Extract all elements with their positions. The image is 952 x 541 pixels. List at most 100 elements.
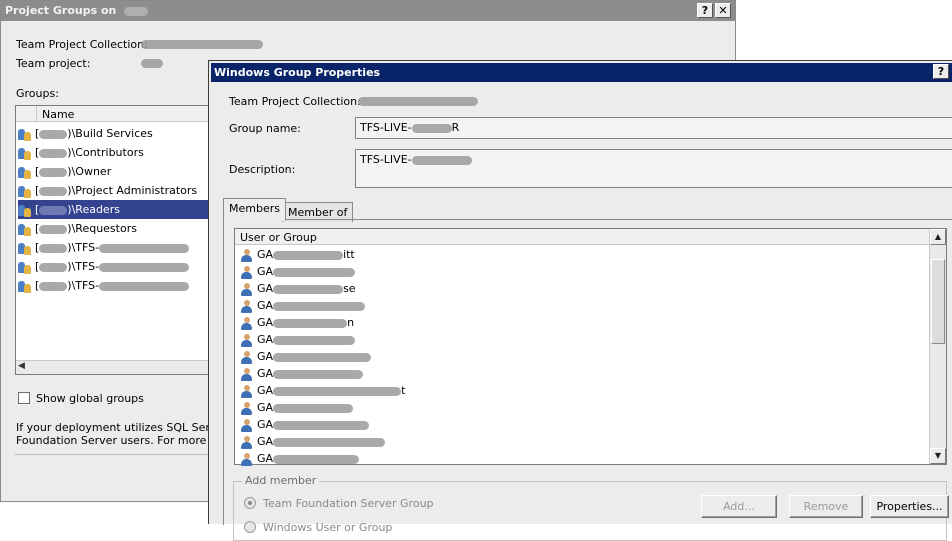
member-name-prefix: GA: [257, 401, 274, 414]
add-button[interactable]: Add...: [701, 495, 777, 518]
user-icon: [241, 452, 252, 466]
groups-horizontal-scrollbar[interactable]: ◀: [16, 360, 214, 374]
groups-label: Groups:: [16, 87, 59, 100]
redacted: [99, 243, 190, 253]
group-row[interactable]: [)\Contributors: [18, 143, 214, 162]
redacted: [39, 262, 68, 272]
info-text-line-1: If your deployment utilizes SQL Server R: [16, 421, 239, 434]
add-member-label: Add member: [242, 474, 320, 487]
member-name-prefix: GA: [257, 265, 274, 278]
redacted: [273, 284, 344, 294]
group-row[interactable]: [)\Build Services: [18, 124, 214, 143]
group-row[interactable]: [)\Owner: [18, 162, 214, 181]
divider: [15, 454, 215, 455]
group-name-tail: R: [451, 121, 460, 134]
member-row[interactable]: GA: [241, 365, 364, 382]
group-row[interactable]: [)\Requestors: [18, 219, 214, 238]
user-icon: [241, 299, 252, 313]
description-field[interactable]: TFS-LIVE-: [355, 149, 952, 188]
show-global-groups-label: Show global groups: [36, 392, 144, 405]
group-icon: [18, 261, 32, 274]
user-icon: [241, 316, 252, 330]
project-groups-title: Project Groups on: [5, 4, 117, 17]
group-row[interactable]: [)\TFS-: [18, 257, 214, 276]
group-row[interactable]: [)\TFS-: [18, 276, 214, 295]
member-row[interactable]: GA itt: [241, 246, 355, 263]
member-name-prefix: GA: [257, 282, 274, 295]
member-name-prefix: GA: [257, 452, 274, 465]
member-row[interactable]: GA: [241, 450, 360, 467]
dialog-help-button[interactable]: ?: [933, 64, 949, 79]
group-icon: [18, 204, 32, 217]
group-icon: [18, 223, 32, 236]
group-name: )\TFS-: [67, 241, 100, 254]
groups-list[interactable]: Name [)\Build Services [)\Contributors […: [15, 105, 215, 375]
member-name-prefix: GA: [257, 418, 274, 431]
column-header-name[interactable]: Name: [42, 108, 74, 121]
group-name: )\Requestors: [67, 222, 137, 235]
dialog-collection-label: Team Project Collection:: [229, 95, 361, 108]
member-row[interactable]: GA n: [241, 314, 354, 331]
member-row[interactable]: GA: [241, 297, 366, 314]
member-row[interactable]: GA t: [241, 382, 405, 399]
redacted: [39, 148, 68, 158]
members-vertical-scrollbar[interactable]: ▲ ▼: [929, 229, 946, 464]
member-row[interactable]: GA: [241, 416, 370, 433]
group-icon: [18, 280, 32, 293]
member-name-prefix: GA: [257, 350, 274, 363]
header-separator: [36, 106, 37, 122]
column-header-user-or-group[interactable]: User or Group: [235, 229, 930, 245]
group-name: )\Owner: [67, 165, 112, 178]
group-name-value: TFS-LIVE-: [360, 121, 412, 134]
group-row[interactable]: [)\Project Administrators: [18, 181, 214, 200]
group-name-field[interactable]: TFS-LIVE- R: [355, 117, 952, 139]
show-global-groups-checkbox[interactable]: [18, 392, 30, 404]
group-icon: [18, 166, 32, 179]
remove-button[interactable]: Remove: [789, 495, 863, 518]
member-row[interactable]: GA: [241, 348, 372, 365]
scroll-left-icon[interactable]: ◀: [18, 361, 25, 371]
project-groups-titlebar[interactable]: Project Groups on: [1, 1, 735, 21]
user-icon: [241, 435, 252, 449]
member-name-prefix: GA: [257, 367, 274, 380]
groups-list-header: Name: [16, 106, 214, 122]
redacted: [39, 167, 68, 177]
group-name: )\TFS-: [67, 279, 100, 292]
member-row[interactable]: GA: [241, 331, 356, 348]
redacted: [273, 318, 348, 328]
group-icon: [18, 128, 32, 141]
member-row[interactable]: GA se: [241, 280, 356, 297]
tab-members[interactable]: Members: [223, 198, 286, 221]
dialog-titlebar[interactable]: Windows Group Properties: [211, 63, 952, 82]
group-name: )\Readers: [67, 203, 120, 216]
member-name-prefix: GA: [257, 248, 274, 261]
properties-button[interactable]: Properties...: [870, 495, 949, 518]
help-button[interactable]: ?: [697, 3, 713, 18]
user-icon: [241, 248, 252, 262]
scroll-up-icon[interactable]: ▲: [930, 229, 946, 245]
redacted: [273, 454, 360, 464]
scroll-down-icon[interactable]: ▼: [930, 448, 946, 464]
redacted: [99, 262, 190, 272]
member-row[interactable]: GA: [241, 399, 354, 416]
close-button[interactable]: ✕: [715, 3, 731, 18]
redacted: [39, 129, 68, 139]
redacted: [273, 437, 386, 447]
member-row[interactable]: GA: [241, 263, 356, 280]
redacted: [411, 155, 472, 165]
member-name-prefix: GA: [257, 316, 274, 329]
redacted: [39, 224, 68, 234]
member-name-prefix: GA: [257, 384, 274, 397]
member-name-prefix: GA: [257, 333, 274, 346]
member-name-prefix: GA: [257, 299, 274, 312]
scroll-thumb[interactable]: [931, 259, 945, 344]
redacted: [273, 420, 370, 430]
windows-user-radio[interactable]: [244, 521, 256, 533]
member-row[interactable]: GA: [241, 433, 386, 450]
member-name: se: [343, 282, 356, 295]
group-row[interactable]: [)\TFS-: [18, 238, 214, 257]
members-list[interactable]: User or Group GA itt GA GA se GA GA n GA GA…: [234, 228, 947, 467]
group-row-selected[interactable]: [)\Readers: [18, 200, 214, 219]
team-project-label: Team project:: [16, 57, 91, 70]
tfs-group-radio[interactable]: [244, 497, 256, 509]
